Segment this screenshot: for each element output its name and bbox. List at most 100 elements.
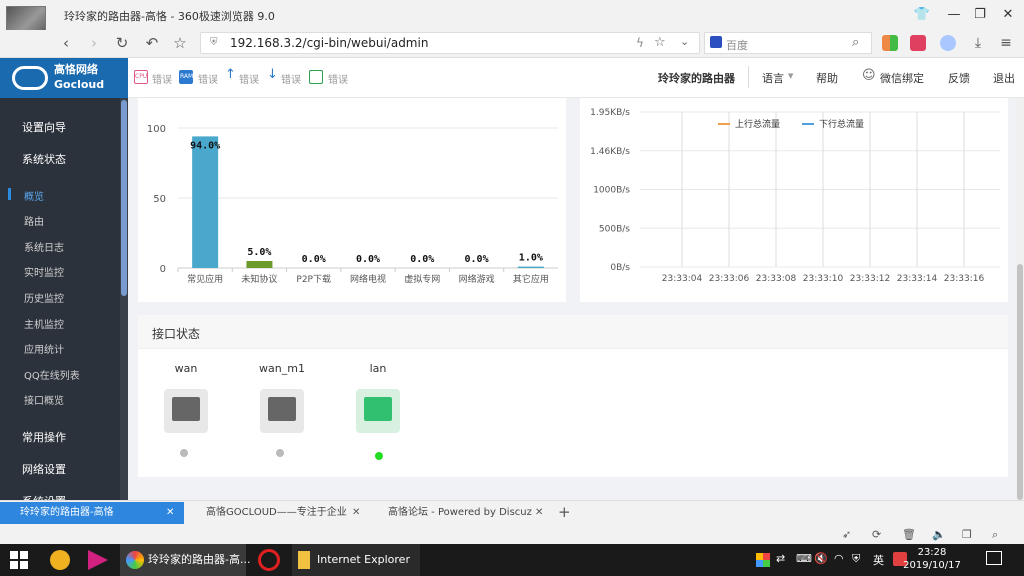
- y-tick-label: 50: [153, 194, 166, 205]
- clock-time: 23:28: [917, 547, 947, 558]
- wechat-bind-link[interactable]: 微信绑定: [880, 70, 924, 86]
- sidebar-group-common[interactable]: 常用操作: [22, 429, 66, 445]
- minimize-button[interactable]: —: [944, 6, 964, 24]
- tray-icon[interactable]: ⇄: [776, 552, 785, 565]
- bar: [246, 261, 273, 268]
- legend-label: 上行总流量: [735, 118, 780, 130]
- download-icon[interactable]: ⤓: [968, 33, 988, 53]
- clock[interactable]: 23:28 2019/10/17: [902, 546, 962, 572]
- upload-status: 错误: [239, 75, 259, 86]
- undo-icon[interactable]: ↶: [142, 33, 162, 53]
- volume-muted-icon[interactable]: 🔇: [814, 552, 828, 565]
- sidebar-item-history[interactable]: 历史监控: [24, 290, 64, 305]
- y-tick-label: 500B/s: [599, 224, 630, 234]
- caret-down-icon: ▼: [788, 72, 794, 80]
- app-icon[interactable]: [50, 550, 70, 570]
- account-icon[interactable]: [940, 35, 956, 51]
- language-menu[interactable]: 语言: [762, 70, 784, 86]
- close-tab-icon[interactable]: ✕: [166, 507, 174, 518]
- tab-gocloud[interactable]: 高恪GOCLOUD——专注于企业: [186, 502, 366, 524]
- port-label-wan: wan: [174, 362, 198, 375]
- data-label: 0.0%: [465, 254, 489, 265]
- data-label: 94.0%: [190, 140, 220, 151]
- help-link[interactable]: 帮助: [816, 70, 838, 86]
- apps-icon[interactable]: [882, 35, 898, 51]
- close-tab-icon[interactable]: ✕: [535, 507, 543, 518]
- x-tick-label: 23:33:14: [897, 274, 938, 284]
- y-tick-label: 100: [147, 124, 166, 135]
- logo-text: 高恪网络: [54, 63, 98, 76]
- sidebar-item-host[interactable]: 主机监控: [24, 316, 64, 331]
- x-tick-label: 23:33:16: [944, 274, 985, 284]
- close-button[interactable]: ✕: [998, 6, 1018, 24]
- extension-icon[interactable]: [910, 35, 926, 51]
- app-icon[interactable]: [258, 549, 280, 571]
- windows-start-icon[interactable]: [10, 551, 28, 569]
- data-label: 0.0%: [410, 254, 434, 265]
- rocket-icon[interactable]: ➶: [842, 528, 851, 541]
- sidebar-item-interface[interactable]: 接口概览: [24, 392, 64, 407]
- page-scroll-thumb[interactable]: [1017, 264, 1023, 500]
- tab-title: 高恪GOCLOUD——专注于企业: [206, 507, 347, 518]
- sidebar-item-realtime[interactable]: 实时监控: [24, 264, 64, 279]
- download-arrow-icon: ↓: [267, 67, 278, 82]
- new-tab-icon[interactable]: +: [558, 503, 571, 521]
- sidebar-item-qq[interactable]: QQ在线列表: [24, 367, 80, 382]
- sidebar-group-setup[interactable]: 设置向导: [22, 119, 66, 135]
- network-icon: [309, 70, 323, 84]
- feedback-link[interactable]: 反馈: [948, 70, 970, 86]
- status-dot-wan-m1: [276, 449, 284, 457]
- tab-router-admin[interactable]: 玲玲家的路由器-高恪: [0, 502, 184, 524]
- divider: [748, 66, 749, 88]
- menu-icon[interactable]: ≡: [996, 33, 1016, 53]
- ime-indicator[interactable]: 英: [873, 552, 884, 568]
- notification-icon[interactable]: [986, 551, 1002, 565]
- sidebar-item-route[interactable]: 路由: [24, 213, 44, 228]
- volume-icon[interactable]: 🔈: [932, 528, 946, 541]
- sync-icon[interactable]: ⟳: [872, 528, 881, 541]
- back-icon[interactable]: ‹: [56, 33, 76, 53]
- zoom-icon[interactable]: ⌕: [992, 528, 998, 542]
- window-title: 玲玲家的路由器-高恪 - 360极速浏览器 9.0: [64, 10, 275, 23]
- url-text[interactable]: 192.168.3.2/cgi-bin/webui/admin: [230, 36, 428, 50]
- x-tick-label: P2P下载: [296, 273, 331, 285]
- baidu-icon: [710, 36, 722, 48]
- tray-icon[interactable]: [756, 553, 770, 567]
- window-icon[interactable]: ❐: [962, 528, 972, 541]
- forward-icon[interactable]: ›: [84, 33, 104, 53]
- logout-link[interactable]: 退出: [993, 70, 1015, 86]
- lightning-icon[interactable]: ϟ: [636, 36, 644, 50]
- security-icon[interactable]: ⛨: [852, 552, 860, 566]
- sidebar-scroll-thumb[interactable]: [121, 100, 127, 296]
- tray-icon[interactable]: ⌨: [796, 552, 812, 565]
- status-dot-lan: [375, 452, 383, 460]
- sidebar-item-overview[interactable]: 概览: [24, 188, 44, 203]
- tab-forum[interactable]: 高恪论坛 - Powered by Discuz: [368, 502, 546, 524]
- data-label: 5.0%: [247, 247, 271, 258]
- search-icon[interactable]: ⌕: [852, 35, 859, 50]
- favorite-icon[interactable]: ☆: [654, 35, 666, 50]
- refresh-icon[interactable]: ↻: [112, 33, 132, 53]
- sidebar-item-appstats[interactable]: 应用统计: [24, 341, 64, 356]
- skin-icon[interactable]: 👕: [912, 6, 932, 24]
- close-tab-icon[interactable]: ✕: [352, 507, 360, 518]
- sidebar-group-status[interactable]: 系统状态: [22, 151, 66, 167]
- sidebar-group-system[interactable]: 系统设置: [22, 493, 66, 500]
- sidebar-group-network[interactable]: 网络设置: [22, 461, 66, 477]
- ethernet-icon: [172, 397, 200, 421]
- interface-card-header: [138, 315, 1008, 349]
- ethernet-icon: [364, 397, 392, 421]
- network-status: 错误: [328, 75, 348, 86]
- chevron-down-icon[interactable]: ⌄: [680, 35, 689, 48]
- bar: [517, 266, 544, 268]
- bar: [192, 136, 219, 268]
- restore-button[interactable]: ❐: [970, 6, 990, 24]
- status-bar: [0, 526, 1024, 544]
- wifi-icon[interactable]: ◠: [834, 552, 844, 565]
- y-tick-label: 1000B/s: [593, 186, 630, 196]
- legend-label: 下行总流量: [819, 118, 864, 130]
- star-icon[interactable]: ☆: [170, 33, 190, 53]
- trash-icon[interactable]: 🗑: [902, 528, 916, 541]
- x-tick-label: 常见应用: [187, 273, 223, 285]
- sidebar-item-syslog[interactable]: 系统日志: [24, 239, 64, 254]
